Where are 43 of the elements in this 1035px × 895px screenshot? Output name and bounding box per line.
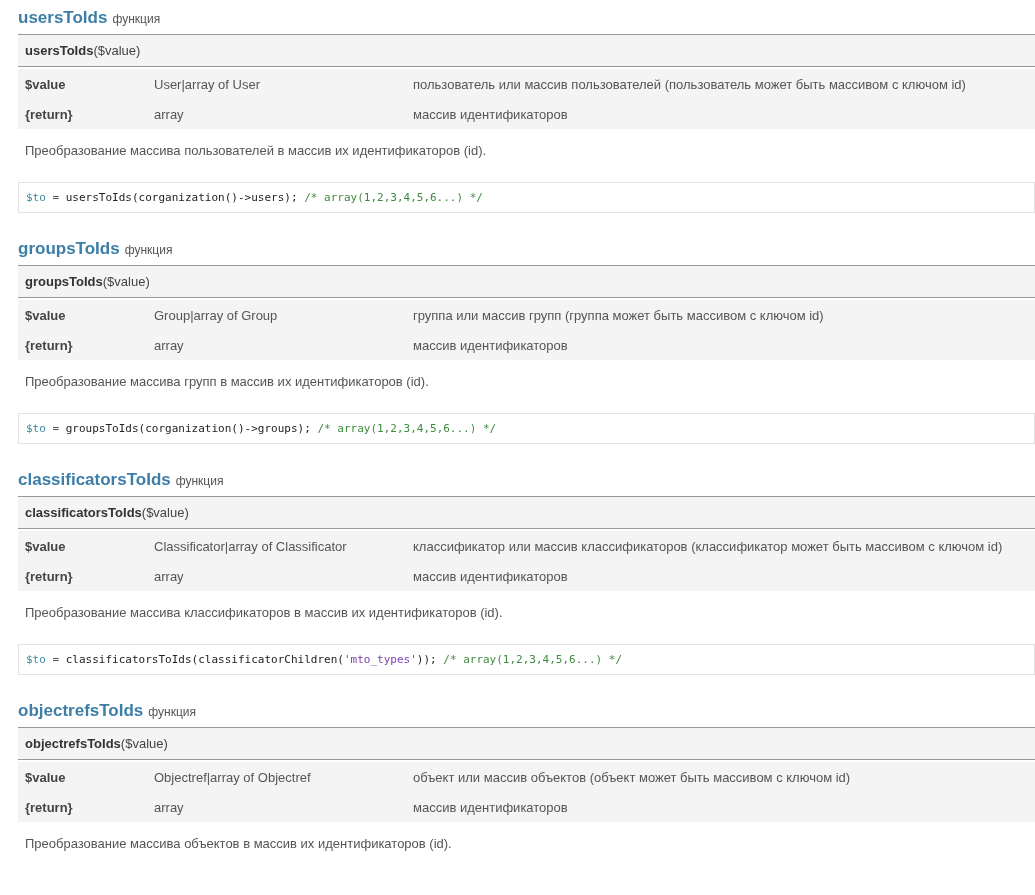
- param-description: массив идентификаторов: [413, 799, 568, 815]
- param-type: Group|array of Group: [154, 307, 279, 323]
- param-description: группа или массив групп (группа может быть массивом с ключом id): [413, 307, 824, 323]
- function-signature: usersToIds($value): [18, 35, 1035, 67]
- param-type: array: [154, 568, 185, 584]
- param-description: массив идентификаторов: [413, 106, 568, 122]
- function-signature: objectrefsToIds($value): [18, 728, 1035, 760]
- function-kind-label: функция: [124, 243, 173, 257]
- param-type: array: [154, 106, 185, 122]
- function-title: groupsToIds: [18, 239, 120, 259]
- param-description: массив идентификаторов: [413, 568, 568, 584]
- param-type: array: [154, 799, 185, 815]
- code-example: $to = groupsToIds(corganization()->groups); /* array(1,2,3,4,5,6...) */: [18, 413, 1035, 444]
- function-signature: classificatorsToIds($value): [18, 497, 1035, 529]
- param-description: объект или массив объектов (объект может быть массивом с ключом id): [413, 769, 851, 785]
- function-description: Преобразование массива групп в массив их идентификаторов (id).: [24, 373, 430, 389]
- param-description: пользователь или массив пользователей (пользователь может быть массивом с ключом id): [413, 76, 966, 92]
- param-description: массив идентификаторов: [413, 337, 568, 353]
- param-name: $value: [24, 538, 67, 554]
- function-description: Преобразование массива объектов в массив их идентификаторов (id).: [24, 835, 453, 851]
- function-description: Преобразование массива классификаторов в массив их идентификаторов (id).: [24, 604, 504, 620]
- param-type: Classificator|array of Classificator: [154, 538, 348, 554]
- function-title: usersToIds: [18, 8, 108, 28]
- function-signature: groupsToIds($value): [18, 266, 1035, 298]
- function-kind-label: функция: [175, 474, 224, 488]
- function-kind-label: функция: [148, 705, 197, 719]
- param-name: {return}: [24, 337, 74, 353]
- code-example: $to = usersToIds(corganization()->users); /* array(1,2,3,4,5,6...) */: [18, 182, 1035, 213]
- param-name: {return}: [24, 106, 74, 122]
- param-name: $value: [24, 76, 67, 92]
- param-description: классификатор или массив классификаторов (классификатор может быть массивом с ключом id): [413, 538, 1003, 554]
- function-kind-label: функция: [112, 12, 161, 26]
- param-type: Objectref|array of Objectref: [154, 769, 312, 785]
- param-name: {return}: [24, 568, 74, 584]
- param-type: array: [154, 337, 185, 353]
- code-example: $to = classificatorsToIds(classificatorChildren('mto_types')); /* array(1,2,3,4,5,6...) */: [18, 644, 1035, 675]
- function-title: objectrefsToIds: [18, 701, 144, 721]
- param-name: $value: [24, 769, 67, 785]
- param-type: User|array of User: [154, 76, 261, 92]
- function-description: Преобразование массива пользователей в массив их идентификаторов (id).: [24, 142, 488, 158]
- param-name: $value: [24, 307, 67, 323]
- param-name: {return}: [24, 799, 74, 815]
- function-title: classificatorsToIds: [18, 470, 171, 490]
